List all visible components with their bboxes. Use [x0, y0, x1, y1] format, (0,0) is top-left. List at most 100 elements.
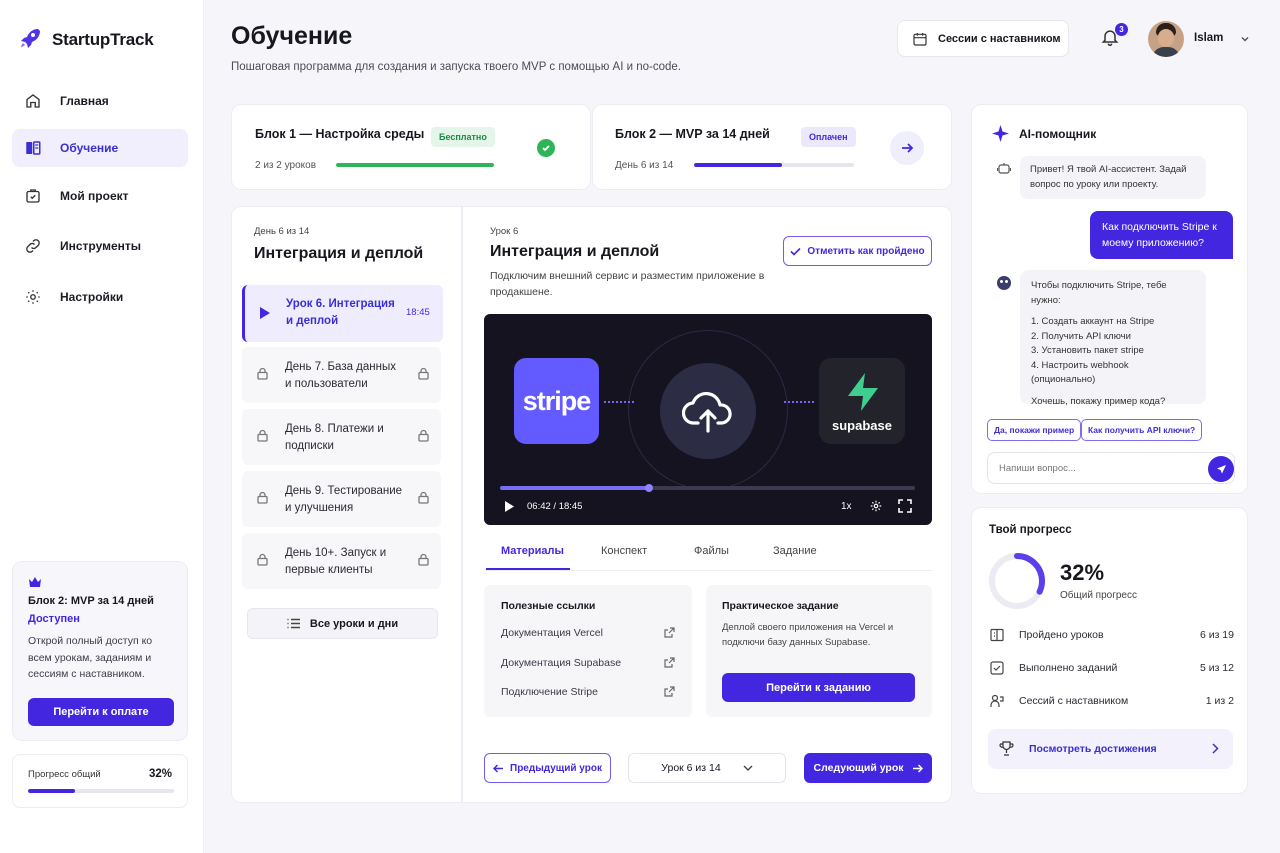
locked-lesson-label: День 7. База данных и пользователи	[285, 361, 397, 390]
block-2-card[interactable]: Блок 2 — MVP за 14 дней Оплачен День 6 и…	[592, 104, 952, 190]
gear-icon	[26, 290, 40, 304]
ai-reply-outro: Хочешь, покажу пример кода?	[1031, 395, 1166, 407]
avatar[interactable]	[1148, 21, 1184, 57]
day-label: День 6 из 14	[254, 226, 310, 237]
lesson-selector-value: Урок 6 из 14	[661, 762, 721, 774]
current-lesson-item[interactable]: Урок 6. Интеграция и деплой 18:45	[242, 285, 443, 342]
send-button[interactable]	[1208, 456, 1234, 482]
all-lessons-button[interactable]: Все уроки и дни	[247, 608, 438, 639]
arrow-right-icon	[912, 763, 923, 773]
calendar-icon	[913, 32, 927, 46]
ai-reply-step: 3. Установить пакет stripe	[1031, 345, 1144, 356]
stat-value: 1 из 2	[1205, 695, 1234, 707]
gear-icon[interactable]	[869, 499, 883, 513]
play-icon	[260, 307, 270, 319]
video-scrubber[interactable]	[500, 486, 915, 490]
notifications-button[interactable]: 3	[1100, 23, 1128, 51]
ai-reply-bubble: Чтобы подключить Stripe, тебе нужно: 1. …	[1020, 270, 1206, 407]
stat-label: Сессий с наставником	[1019, 695, 1129, 707]
upload-cloud-icon	[660, 363, 756, 459]
mentor-sessions-button[interactable]: Сессии с наставником	[897, 20, 1069, 57]
sidebar-item-home[interactable]: Главная	[12, 82, 188, 120]
locked-lesson-item[interactable]: День 7. База данных и пользователи	[242, 347, 441, 403]
chevron-down-icon	[743, 765, 753, 771]
list-icon	[287, 618, 300, 629]
locked-lesson-item[interactable]: День 9. Тестирование и улучшения	[242, 471, 441, 527]
ai-avatar	[997, 276, 1011, 290]
playback-speed[interactable]: 1x	[841, 501, 852, 512]
stat-label: Пройдено уроков	[1019, 629, 1104, 641]
locked-lesson-item[interactable]: День 8. Платежи и подписки	[242, 409, 441, 465]
tab-assignment[interactable]: Задание	[773, 545, 817, 557]
link-stripe-connect[interactable]: Подключение Stripe	[501, 686, 598, 698]
tab-materials[interactable]: Материалы	[501, 545, 564, 557]
next-lesson-button[interactable]: Следующий урок	[804, 753, 932, 783]
chevron-down-icon[interactable]	[1239, 33, 1251, 48]
chat-input-field[interactable]: Напиши вопрос...	[987, 452, 1235, 484]
sparkle-icon	[992, 125, 1009, 142]
sidebar-item-label: Главная	[60, 94, 109, 108]
external-link-icon[interactable]	[664, 627, 675, 638]
sidebar-item-tools[interactable]: Инструменты	[12, 227, 188, 265]
video-player[interactable]: stripe supabase 06:42 / 18:45 1x	[484, 314, 932, 525]
progress-panel: Твой прогресс 32% Общий прогресс Пройден…	[971, 507, 1248, 794]
all-lessons-label: Все уроки и дни	[309, 617, 399, 630]
ai-assistant-title: AI-помощник	[1019, 127, 1097, 141]
logo[interactable]: StartupTrack	[18, 26, 154, 53]
progress-label: Общий прогресс	[1060, 590, 1137, 601]
sidebar-item-settings[interactable]: Настройки	[12, 278, 188, 316]
mark-done-button[interactable]: Отметить как пройдено	[783, 236, 932, 266]
arrow-right-button[interactable]	[890, 131, 924, 165]
tab-files[interactable]: Файлы	[694, 545, 729, 557]
video-time: 06:42 / 18:45	[527, 501, 583, 512]
ai-reply-step: 2. Получить API ключи	[1031, 330, 1131, 342]
lock-icon	[257, 367, 268, 380]
overall-progress-fill	[28, 789, 75, 793]
ai-reply-intro: Чтобы подключить Stripe, тебе нужно:	[1031, 280, 1167, 306]
arrow-left-icon	[493, 763, 504, 773]
video-scrubber-handle[interactable]	[645, 484, 654, 492]
go-to-task-button[interactable]: Перейти к заданию	[722, 673, 915, 702]
block-1-card[interactable]: Блок 1 — Настройка среды Бесплатно 2 из …	[231, 104, 591, 190]
check-icon	[790, 247, 801, 256]
chevron-right-icon	[1212, 743, 1219, 754]
video-scrubber-fill	[500, 486, 650, 490]
dotted-connector	[784, 401, 814, 403]
user-name[interactable]: Islam	[1194, 32, 1223, 44]
sidebar-item-learning[interactable]: Обучение	[12, 129, 188, 167]
achievements-button[interactable]: Посмотреть достижения	[988, 729, 1233, 769]
prev-lesson-button[interactable]: Предыдущий урок	[484, 753, 611, 783]
locked-lesson-label: День 9. Тестирование и улучшения	[285, 485, 403, 514]
lesson-selector[interactable]: Урок 6 из 14	[628, 753, 786, 783]
sidebar-item-label: Мой проект	[60, 189, 129, 203]
useful-links-title: Полезные ссылки	[501, 600, 596, 612]
sidebar-item-project[interactable]: Мой проект	[12, 177, 188, 215]
block-1-progress-bar	[336, 163, 494, 167]
mentor-icon	[990, 694, 1004, 707]
suggestion-chip[interactable]: Как получить API ключи?	[1081, 419, 1203, 441]
lesson-list-panel: День 6 из 14 Интеграция и деплой Урок 6.…	[231, 206, 462, 803]
overall-progress-value: 32%	[149, 768, 173, 780]
link-vercel-docs[interactable]: Документация Vercel	[501, 627, 603, 639]
overall-progress-bar	[28, 789, 174, 793]
tab-notes[interactable]: Конспект	[601, 545, 647, 557]
lock-icon	[418, 429, 429, 442]
arrow-right-icon	[902, 143, 914, 153]
external-link-icon[interactable]	[664, 686, 675, 697]
progress-title: Твой прогресс	[989, 524, 1072, 536]
play-icon[interactable]	[504, 500, 515, 513]
overall-progress-label: Прогресс общий	[28, 769, 101, 780]
pay-button[interactable]: Перейти к оплате	[28, 698, 174, 726]
upsell-title: Блок 2: MVP за 14 дней	[28, 595, 154, 607]
suggestion-chip[interactable]: Да, покажи пример	[987, 419, 1082, 441]
book-open-icon	[990, 628, 1004, 642]
progress-percent: 32%	[1060, 560, 1105, 585]
locked-lesson-item[interactable]: День 10+. Запуск и первые клиенты	[242, 533, 441, 589]
fullscreen-icon[interactable]	[898, 499, 912, 513]
link-supabase-docs[interactable]: Документация Supabase	[501, 657, 621, 669]
practice-task-title: Практическое задание	[722, 600, 839, 612]
external-link-icon[interactable]	[664, 657, 675, 668]
lock-icon	[418, 491, 429, 504]
upsell-card: Блок 2: MVP за 14 дней Доступен Открой п…	[12, 561, 188, 741]
dotted-connector	[604, 401, 634, 403]
